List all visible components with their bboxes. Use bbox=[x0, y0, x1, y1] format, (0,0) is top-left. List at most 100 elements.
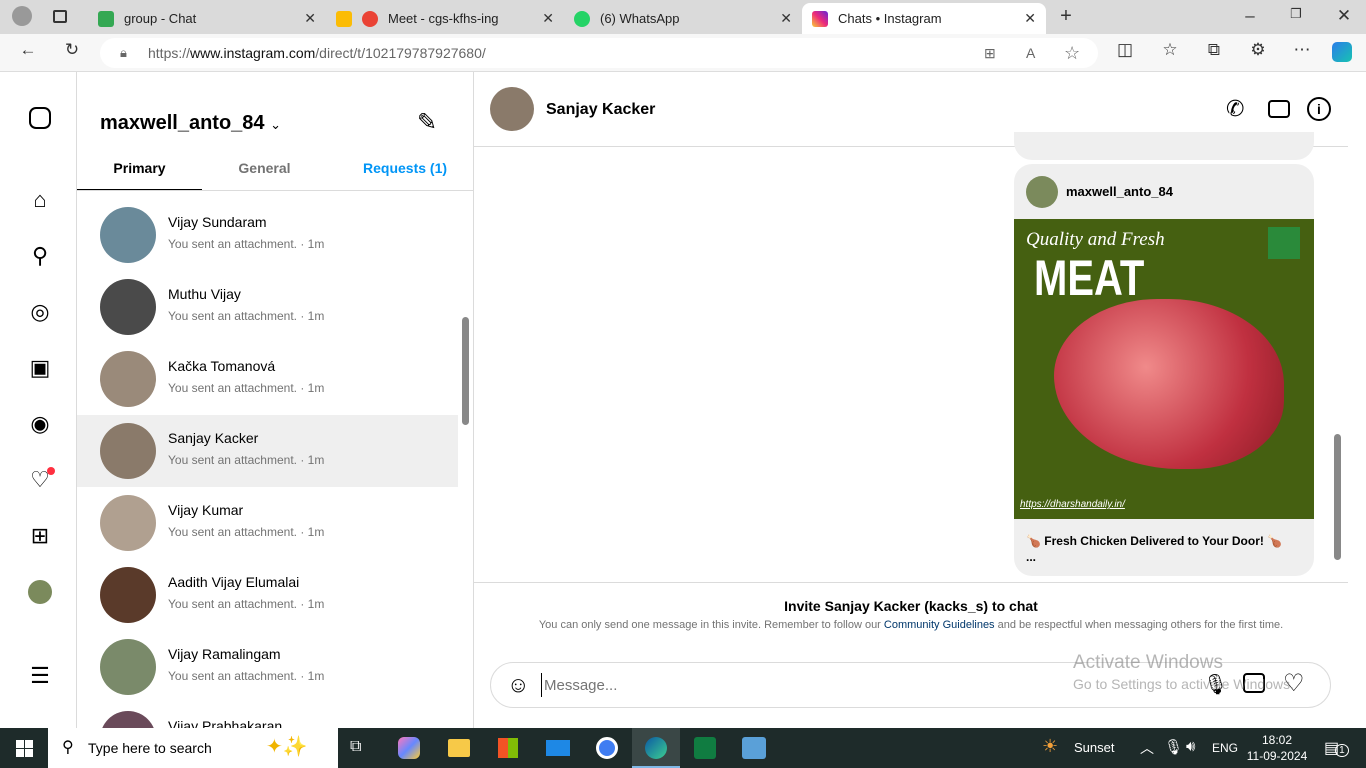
app-available-icon[interactable]: ⊞ bbox=[984, 38, 996, 68]
account-switcher[interactable]: maxwell_anto_84 ⌄ bbox=[100, 112, 281, 135]
copilot-app-icon[interactable] bbox=[398, 737, 420, 759]
tab-group-chat[interactable]: group - Chat ✕ bbox=[88, 3, 326, 34]
microphone-icon[interactable]: 🎙︎ bbox=[1164, 738, 1183, 756]
favorites-icon[interactable]: ☆ bbox=[1158, 40, 1182, 60]
tab-general[interactable]: General bbox=[202, 160, 327, 176]
preview-time: 1m bbox=[307, 381, 325, 395]
conversation-name: Kačka Tomanová bbox=[168, 358, 276, 374]
post-author: maxwell_anto_84 bbox=[1066, 184, 1173, 199]
conversation-preview: You sent an attachment. · 1m bbox=[168, 597, 325, 611]
taskbar-search[interactable]: ⚲ Type here to search ✦✨ bbox=[48, 728, 338, 768]
home-icon[interactable]: ⌂ bbox=[27, 187, 53, 213]
instagram-logo-icon[interactable] bbox=[29, 107, 51, 129]
message-input[interactable] bbox=[541, 673, 1141, 697]
scrollbar-thumb[interactable] bbox=[1334, 434, 1341, 560]
weather-label[interactable]: Sunset bbox=[1074, 740, 1114, 755]
conversation-list: Vijay Sundaram You sent an attachment. ·… bbox=[77, 199, 458, 728]
new-tab-icon[interactable]: + bbox=[1054, 5, 1078, 28]
tab-label: Primary bbox=[113, 160, 166, 176]
show-hidden-icons[interactable]: ︿ bbox=[1140, 738, 1154, 758]
conversation-row[interactable]: Aadith Vijay Elumalai You sent an attach… bbox=[77, 559, 458, 631]
minimize-icon[interactable]: – bbox=[1238, 6, 1262, 26]
avatar bbox=[100, 279, 156, 335]
chat-scrollbar[interactable] bbox=[1330, 152, 1345, 578]
messenger-icon[interactable]: ◉ bbox=[27, 411, 53, 437]
conversation-row[interactable]: Muthu Vijay You sent an attachment. · 1m bbox=[77, 271, 458, 343]
mail-icon[interactable] bbox=[546, 740, 570, 756]
tab-whatsapp[interactable]: (6) WhatsApp ✕ bbox=[564, 3, 802, 34]
close-tab-icon[interactable]: ✕ bbox=[542, 10, 554, 27]
profile-avatar[interactable] bbox=[28, 580, 52, 604]
post-image[interactable]: Quality and Fresh MEAT https://dharshand… bbox=[1014, 219, 1314, 519]
add-favorite-icon[interactable]: ☆ bbox=[1064, 38, 1080, 68]
conversation-row[interactable]: Vijay Kumar You sent an attachment. · 1m bbox=[77, 487, 458, 559]
close-tab-icon[interactable]: ✕ bbox=[780, 10, 792, 27]
list-scrollbar[interactable] bbox=[458, 199, 473, 719]
conversation-row[interactable]: Kačka Tomanová You sent an attachment. ·… bbox=[77, 343, 458, 415]
start-icon[interactable] bbox=[16, 740, 33, 757]
file-explorer-icon[interactable] bbox=[448, 739, 470, 757]
post-caption-more[interactable]: ... bbox=[1026, 550, 1036, 564]
read-aloud-icon[interactable]: A bbox=[1026, 38, 1035, 68]
explore-icon[interactable]: ◎ bbox=[27, 299, 53, 325]
refresh-icon[interactable]: ↻ bbox=[60, 40, 84, 60]
favorites-bar-icon[interactable]: ◫ bbox=[1113, 40, 1137, 60]
conversation-row[interactable]: Vijay Ramalingam You sent an attachment.… bbox=[77, 631, 458, 703]
search-highlight-icon: ✦✨ bbox=[266, 736, 308, 758]
mail-app-icon[interactable] bbox=[742, 737, 766, 759]
volume-icon[interactable]: 🔊︎ bbox=[1186, 738, 1195, 755]
collections-icon[interactable]: ⧉ bbox=[1202, 40, 1226, 60]
contact-avatar[interactable] bbox=[490, 87, 534, 131]
tab-title: group - Chat bbox=[124, 11, 197, 26]
community-guidelines-link[interactable]: Community Guidelines bbox=[884, 619, 995, 631]
preview-text: You sent an attachment. bbox=[168, 309, 297, 323]
language-indicator[interactable]: ENG bbox=[1212, 741, 1238, 755]
tab-meet[interactable]: Meet - cgs-kfhs-ing ✕ bbox=[326, 3, 564, 34]
profile-icon[interactable] bbox=[12, 6, 32, 26]
scrollbar-thumb[interactable] bbox=[462, 317, 469, 425]
browser-tab-strip: group - Chat ✕ Meet - cgs-kfhs-ing ✕ (6) W… bbox=[0, 0, 1366, 34]
video-call-icon[interactable] bbox=[1268, 100, 1290, 118]
conversation-preview: You sent an attachment. · 1m bbox=[168, 237, 325, 251]
tab-label: Requests (1) bbox=[363, 160, 448, 176]
notifications-heart-icon[interactable]: ♡ bbox=[27, 467, 55, 493]
store-icon[interactable] bbox=[498, 738, 518, 758]
close-window-icon[interactable]: ✕ bbox=[1332, 6, 1356, 26]
search-icon[interactable]: ⚲ bbox=[27, 243, 53, 269]
app-icon[interactable] bbox=[596, 737, 618, 759]
copilot-icon[interactable] bbox=[1332, 42, 1352, 62]
audio-call-icon[interactable]: ✆ bbox=[1226, 96, 1244, 122]
close-tab-icon[interactable]: ✕ bbox=[304, 10, 316, 27]
post-link[interactable]: https://dharshandaily.in/ bbox=[1020, 499, 1125, 510]
task-view-icon[interactable]: ⧉ bbox=[350, 738, 361, 756]
extensions-icon[interactable]: ⚙ bbox=[1246, 40, 1270, 60]
shared-post-message[interactable]: maxwell_anto_84 Quality and Fresh MEAT h… bbox=[1014, 164, 1314, 576]
url-bar[interactable]: 🔒︎ https://www.instagram.com/direct/t/10… bbox=[100, 38, 1098, 68]
reels-icon[interactable]: ▣ bbox=[27, 355, 53, 381]
tab-actions-icon[interactable] bbox=[53, 10, 67, 23]
more-icon[interactable]: ⋯ bbox=[1290, 40, 1314, 60]
emoji-icon[interactable]: ☺ bbox=[507, 672, 529, 698]
tab-primary[interactable]: Primary bbox=[77, 160, 202, 190]
tab-requests[interactable]: Requests (1) bbox=[363, 160, 447, 176]
preview-time: 1m bbox=[307, 525, 325, 539]
invite-title: Invite Sanjay Kacker (kacks_s) to chat bbox=[784, 598, 1038, 614]
restore-icon[interactable]: ❐ bbox=[1284, 6, 1308, 22]
conversation-row[interactable]: Sanjay Kacker You sent an attachment. · … bbox=[77, 415, 458, 487]
back-icon[interactable]: ← bbox=[16, 40, 40, 60]
new-message-icon[interactable]: ✎ bbox=[417, 108, 437, 137]
tab-instagram[interactable]: Chats • Instagram ✕ bbox=[802, 3, 1046, 34]
preview-time: 1m bbox=[307, 237, 325, 251]
more-menu-icon[interactable]: ☰ bbox=[27, 663, 53, 689]
notification-center-icon[interactable]: ▤1 bbox=[1324, 738, 1349, 758]
excel-icon[interactable] bbox=[694, 737, 716, 759]
lock-icon[interactable]: 🔒︎ bbox=[120, 38, 127, 68]
conversation-row[interactable]: Vijay Sundaram You sent an attachment. ·… bbox=[77, 199, 458, 271]
conversation-row[interactable]: Vijay Prabhakaran bbox=[77, 703, 458, 728]
create-icon[interactable]: ⊞ bbox=[27, 523, 53, 549]
clock[interactable]: 18:02 11-09-2024 bbox=[1246, 732, 1308, 764]
edge-active-bg[interactable] bbox=[632, 728, 680, 768]
contact-name[interactable]: Sanjay Kacker bbox=[546, 101, 655, 119]
close-tab-icon[interactable]: ✕ bbox=[1024, 10, 1036, 27]
conversation-info-icon[interactable]: i bbox=[1307, 97, 1331, 121]
